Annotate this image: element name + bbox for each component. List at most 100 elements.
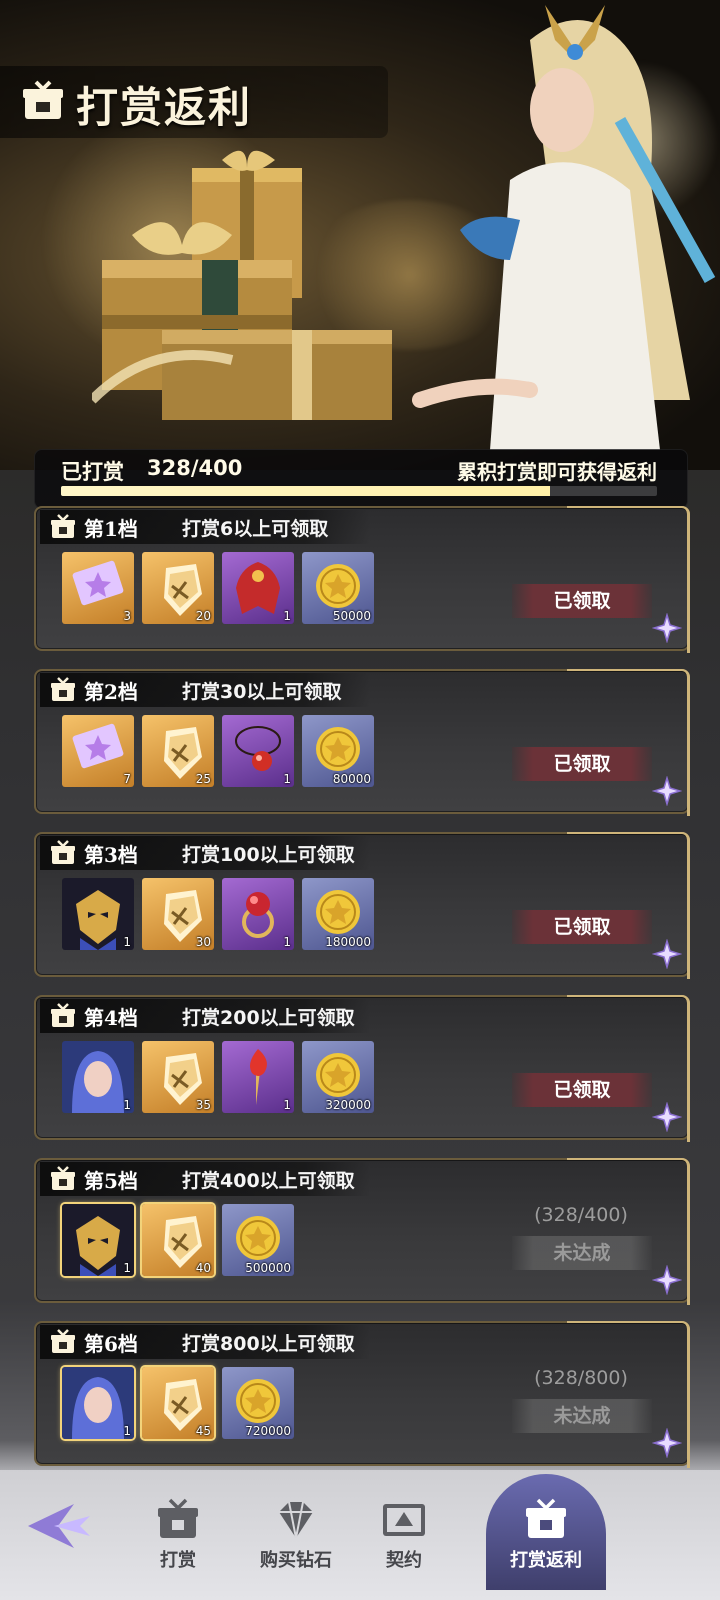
tier-name: 第6档: [84, 1332, 138, 1356]
reward-item[interactable]: 7: [62, 715, 134, 787]
gift-boxes-illustration: [92, 150, 392, 420]
reward-item[interactable]: 50000: [302, 552, 374, 624]
tier-name: 第1档: [84, 517, 138, 541]
reward-item[interactable]: 1: [222, 1041, 294, 1113]
total-progress-panel: 已打赏 328/400 累积打赏即可获得返利: [34, 449, 688, 509]
tier-condition: 打赏200以上可领取: [182, 1007, 355, 1029]
reward-quantity: 1: [283, 772, 291, 786]
nav-tab-label: 契约: [386, 1550, 422, 1571]
sparkle-star-icon: [652, 939, 682, 969]
nav-tab-label: 打赏返利: [510, 1550, 582, 1571]
reward-quantity: 1: [123, 1261, 131, 1275]
reward-item[interactable]: 1: [62, 1367, 134, 1439]
app-root: 打赏返利 已打赏 328/400 累积打赏即可获得返利 第1档 打赏6以上可领取 3…: [0, 0, 720, 1600]
tier-card: 第4档 打赏200以上可领取 1 35 1 320000 已领取: [34, 995, 690, 1142]
gift-box-icon: [50, 1166, 76, 1192]
reward-quantity: 45: [195, 1424, 211, 1438]
reward-item[interactable]: 1: [62, 1041, 134, 1113]
not-reached-button[interactable]: 未达成: [512, 1236, 652, 1270]
sparkle-star-icon: [652, 613, 682, 643]
reward-quantity: 1: [283, 1098, 291, 1112]
sparkle-star-icon: [652, 776, 682, 806]
reward-item[interactable]: 720000: [222, 1367, 294, 1439]
reward-item[interactable]: 1: [62, 1204, 134, 1276]
reward-quantity: 35: [195, 1098, 211, 1112]
reward-item[interactable]: 20: [142, 552, 214, 624]
tier-progress-text: (328/800): [534, 1367, 628, 1389]
tier-condition: 打赏100以上可领取: [182, 844, 355, 866]
tier-card: 第2档 打赏30以上可领取 7 25 1 80000 已领取: [34, 669, 690, 816]
claimed-button[interactable]: 已领取: [512, 584, 652, 618]
gift-box-icon: [23, 80, 63, 119]
reward-item[interactable]: 320000: [302, 1041, 374, 1113]
claimed-button[interactable]: 已领取: [512, 910, 652, 944]
reward-quantity: 1: [123, 935, 131, 949]
progress-value: 328/400: [147, 456, 243, 480]
reward-item[interactable]: 25: [142, 715, 214, 787]
reward-quantity: 180000: [325, 935, 371, 949]
reward-item[interactable]: 1: [222, 552, 294, 624]
tier-condition: 打赏400以上可领取: [182, 1170, 355, 1192]
reward-quantity: 720000: [245, 1424, 291, 1438]
progress-bar-fill: [61, 486, 550, 496]
reward-item[interactable]: 180000: [302, 878, 374, 950]
sparkle-star-icon: [652, 1102, 682, 1132]
progress-label: 已打赏: [61, 460, 124, 484]
tier-progress-text: (328/400): [534, 1204, 628, 1226]
tier-header: 第6档 打赏800以上可领取: [40, 1325, 370, 1359]
reward-quantity: 1: [283, 935, 291, 949]
tier-condition: 打赏30以上可领取: [182, 681, 342, 703]
reward-item[interactable]: 1: [222, 715, 294, 787]
tier-card: 第5档 打赏400以上可领取 1 40 500000 (328/400) 未达成: [34, 1158, 690, 1305]
tier-card: 第1档 打赏6以上可领取 3 20 1 50000 已领取: [34, 506, 690, 653]
sparkle-star-icon: [652, 1428, 682, 1458]
reward-quantity: 25: [195, 772, 211, 786]
reward-quantity: 1: [283, 609, 291, 623]
tier-header: 第2档 打赏30以上可领取: [40, 673, 370, 707]
reward-item[interactable]: 1: [62, 878, 134, 950]
tier-header: 第4档 打赏200以上可领取: [40, 999, 370, 1033]
reward-quantity: 20: [195, 609, 211, 623]
reward-item[interactable]: 40: [142, 1204, 214, 1276]
gift-box-icon: [50, 1003, 76, 1029]
hero-banner: 打赏返利: [0, 0, 720, 470]
page-title-bar: 打赏返利: [0, 66, 388, 138]
nav-tab-3[interactable]: 契约: [334, 1480, 474, 1590]
tier-name: 第5档: [84, 1169, 138, 1193]
heroine-illustration: [412, 5, 716, 450]
gift-box-icon: [50, 1329, 76, 1355]
progress-hint: 累积打赏即可获得返利: [457, 460, 657, 484]
bottom-navigation: 打赏 购买钻石 契约 打赏返利: [0, 1470, 720, 1600]
tier-name: 第4档: [84, 1006, 138, 1030]
claimed-button[interactable]: 已领取: [512, 747, 652, 781]
tier-condition: 打赏6以上可领取: [182, 518, 329, 540]
sparkle-star-icon: [652, 1265, 682, 1295]
reward-quantity: 80000: [332, 772, 371, 786]
tier-card: 第3档 打赏100以上可领取 1 30 1 180000 已领取: [34, 832, 690, 979]
reward-quantity: 30: [195, 935, 211, 949]
back-star-icon[interactable]: [24, 1500, 96, 1552]
progress-bar: [61, 486, 657, 496]
reward-item[interactable]: 35: [142, 1041, 214, 1113]
reward-item[interactable]: 30: [142, 878, 214, 950]
reward-quantity: 50000: [332, 609, 371, 623]
tier-name: 第3档: [84, 843, 138, 867]
gift-box-icon: [50, 514, 76, 540]
reward-item[interactable]: 80000: [302, 715, 374, 787]
reward-item[interactable]: 45: [142, 1367, 214, 1439]
gift-box-icon: [50, 677, 76, 703]
reward-quantity: 1: [123, 1424, 131, 1438]
gift-box-icon: [50, 840, 76, 866]
reward-item[interactable]: 3: [62, 552, 134, 624]
reward-quantity: 40: [195, 1261, 211, 1275]
claimed-button[interactable]: 已领取: [512, 1073, 652, 1107]
nav-tab-4[interactable]: 打赏返利: [476, 1474, 616, 1590]
tier-name: 第2档: [84, 680, 138, 704]
reward-item[interactable]: 500000: [222, 1204, 294, 1276]
reward-quantity: 7: [123, 772, 131, 786]
not-reached-button[interactable]: 未达成: [512, 1399, 652, 1433]
reward-quantity: 1: [123, 1098, 131, 1112]
tier-condition: 打赏800以上可领取: [182, 1333, 355, 1355]
reward-item[interactable]: 1: [222, 878, 294, 950]
tier-card: 第6档 打赏800以上可领取 1 45 720000 (328/800) 未达成: [34, 1321, 690, 1468]
